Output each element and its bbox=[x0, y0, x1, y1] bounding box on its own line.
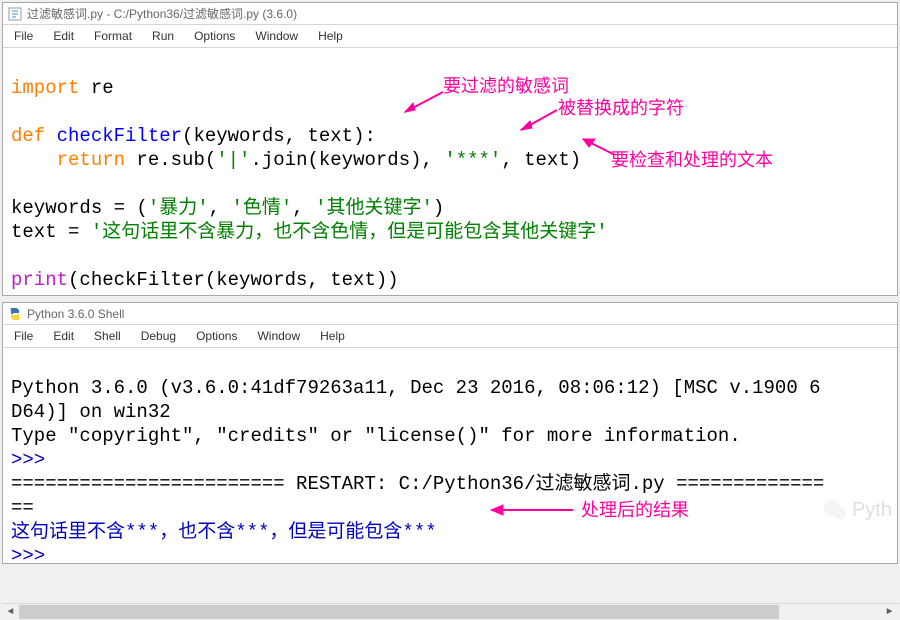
shell-restart-tail: == bbox=[11, 497, 34, 519]
str-k3: '其他关键字' bbox=[315, 197, 433, 219]
editor-titlebar: 过滤敏感词.py - C:/Python36/过滤敏感词.py (3.6.0) bbox=[3, 3, 897, 25]
python-shell-icon bbox=[7, 306, 23, 322]
editor-menubar: File Edit Format Run Options Window Help bbox=[3, 25, 897, 47]
kw-var: keywords = ( bbox=[11, 197, 148, 219]
fn-print: print bbox=[11, 269, 68, 291]
arrow-keywords-icon bbox=[399, 90, 449, 120]
call-tail: , text) bbox=[501, 149, 581, 171]
shell-menu-window[interactable]: Window bbox=[248, 327, 309, 345]
menu-run[interactable]: Run bbox=[143, 27, 183, 45]
shell-banner-1: Python 3.6.0 (v3.6.0:41df79263a11, Dec 2… bbox=[11, 377, 821, 399]
mod-re: re bbox=[79, 77, 113, 99]
str-k1: '暴力' bbox=[148, 197, 209, 219]
horizontal-scrollbar[interactable]: ◄ ► bbox=[2, 603, 898, 620]
watermark-text: Pyth bbox=[852, 498, 892, 522]
shell-prompt: >>> bbox=[11, 449, 57, 471]
editor-title: 过滤敏感词.py - C:/Python36/过滤敏感词.py (3.6.0) bbox=[27, 5, 297, 22]
call-join: .join(keywords), bbox=[250, 149, 444, 171]
scroll-thumb[interactable] bbox=[19, 605, 779, 619]
shell-banner-2: D64)] on win32 bbox=[11, 401, 171, 423]
shell-menu-debug[interactable]: Debug bbox=[132, 327, 185, 345]
editor-window: 过滤敏感词.py - C:/Python36/过滤敏感词.py (3.6.0) … bbox=[2, 2, 898, 296]
str-pipe: '|' bbox=[216, 149, 250, 171]
shell-output[interactable]: Python 3.6.0 (v3.6.0:41df79263a11, Dec 2… bbox=[3, 347, 897, 563]
shell-menu-options[interactable]: Options bbox=[187, 327, 246, 345]
shell-menu-shell[interactable]: Shell bbox=[85, 327, 130, 345]
menu-help[interactable]: Help bbox=[309, 27, 352, 45]
str-k2: '色情' bbox=[231, 197, 292, 219]
print-args: (checkFilter(keywords, text)) bbox=[68, 269, 399, 291]
menu-options[interactable]: Options bbox=[185, 27, 244, 45]
menu-edit[interactable]: Edit bbox=[44, 27, 83, 45]
kw-import: import bbox=[11, 77, 79, 99]
kw-def: def bbox=[11, 125, 45, 147]
watermark: Pyth bbox=[822, 497, 892, 523]
annotation-text: 要检查和处理的文本 bbox=[611, 148, 773, 172]
arrow-text-icon bbox=[577, 135, 625, 161]
fn-name: checkFilter bbox=[45, 125, 182, 147]
str-star: '***' bbox=[444, 149, 501, 171]
menu-format[interactable]: Format bbox=[85, 27, 141, 45]
annotation-result: 处理后的结果 bbox=[581, 498, 689, 522]
arrow-result-icon bbox=[489, 500, 577, 520]
menu-file[interactable]: File bbox=[5, 27, 42, 45]
shell-restart: ======================== RESTART: C:/Pyt… bbox=[11, 473, 824, 495]
shell-menubar: File Edit Shell Debug Options Window Hel… bbox=[3, 325, 897, 347]
arrow-replace-icon bbox=[515, 106, 563, 136]
shell-menu-help[interactable]: Help bbox=[311, 327, 354, 345]
shell-title: Python 3.6.0 Shell bbox=[27, 307, 124, 321]
shell-result: 这句话里不含***，也不含***，但是可能包含*** bbox=[11, 521, 437, 543]
shell-menu-edit[interactable]: Edit bbox=[44, 327, 83, 345]
annotation-keywords: 要过滤的敏感词 bbox=[443, 74, 569, 98]
text-var: text = bbox=[11, 221, 91, 243]
python-file-icon bbox=[7, 6, 23, 22]
call-sub: re.sub( bbox=[125, 149, 216, 171]
kw-return: return bbox=[11, 149, 125, 171]
shell-titlebar: Python 3.6.0 Shell bbox=[3, 303, 897, 325]
shell-banner-3: Type "copyright", "credits" or "license(… bbox=[11, 425, 741, 447]
annotation-replace: 被替换成的字符 bbox=[558, 96, 684, 120]
shell-prompt-2: >>> bbox=[11, 545, 57, 563]
str-text: '这句话里不含暴力，也不含色情，但是可能包含其他关键字' bbox=[91, 221, 608, 243]
shell-menu-file[interactable]: File bbox=[5, 327, 42, 345]
menu-window[interactable]: Window bbox=[246, 27, 307, 45]
code-editor[interactable]: import re def checkFilter(keywords, text… bbox=[3, 47, 897, 295]
wechat-icon bbox=[822, 497, 848, 523]
fn-sig: (keywords, text): bbox=[182, 125, 376, 147]
shell-window: Python 3.6.0 Shell File Edit Shell Debug… bbox=[2, 302, 898, 564]
